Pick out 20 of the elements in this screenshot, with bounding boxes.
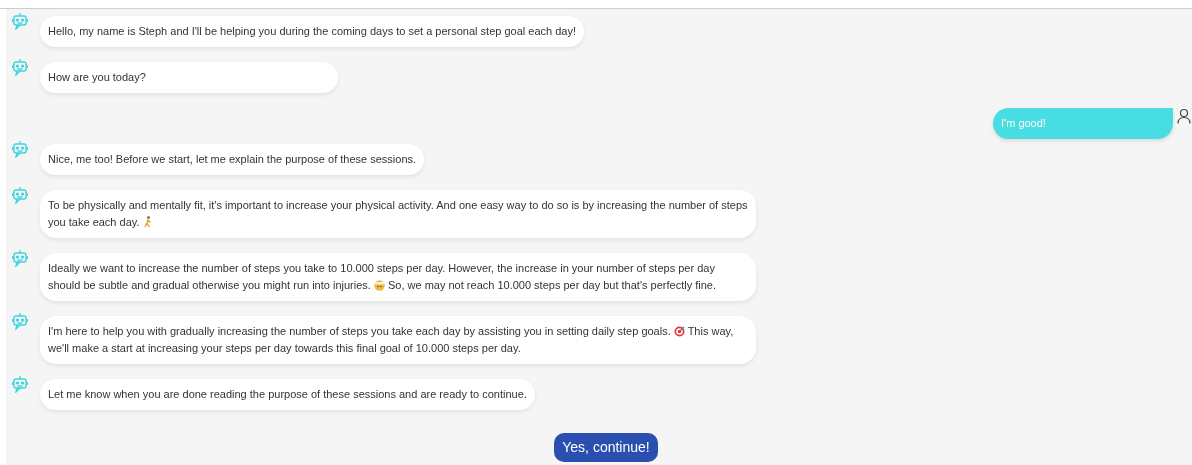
bandaged-face-icon — [373, 280, 385, 291]
message-bubble: Hello, my name is Steph and I'll be helping you during the coming days to set a personal step goal each day! — [40, 16, 584, 47]
message-bubble: I'm here to help you with gradually increasing the number of steps you take each day by assisting you in setting daily step goals. This way, we'll make a start at increasing your steps per day towards this final goal of 10.000 steps per day. — [40, 316, 756, 364]
message-bubble: I'm good! — [993, 108, 1173, 139]
robot-icon — [12, 58, 28, 76]
robot-icon — [12, 186, 28, 204]
message-bubble: To be physically and mentally fit, it's important to increase your physical activity. And one easy way to do so is by increasing the number of steps you take each day. — [40, 190, 756, 238]
message-bubble: Ideally we want to increase the number of steps you take to 10.000 steps per day. However, the increase in your number of steps per day should be subtle and gradual otherwise you might run into injuries. So, we may not reach 10.000 steps per day but that's perfectly fine. — [40, 253, 756, 301]
quick-reply-button[interactable]: Yes, continue! — [554, 433, 658, 462]
robot-icon — [12, 375, 28, 393]
robot-icon — [12, 140, 28, 158]
robot-icon — [12, 249, 28, 267]
walking-person-icon — [142, 216, 153, 228]
target-icon — [673, 326, 685, 337]
message-bubble: Nice, me too! Before we start, let me explain the purpose of these sessions. — [40, 144, 425, 175]
user-icon — [1177, 108, 1191, 124]
robot-icon — [12, 12, 28, 30]
robot-icon — [12, 312, 28, 330]
message-bubble: Let me know when you are done reading the purpose of these sessions and are ready to continue. — [40, 379, 535, 410]
message-bubble: How are you today? — [40, 62, 338, 93]
